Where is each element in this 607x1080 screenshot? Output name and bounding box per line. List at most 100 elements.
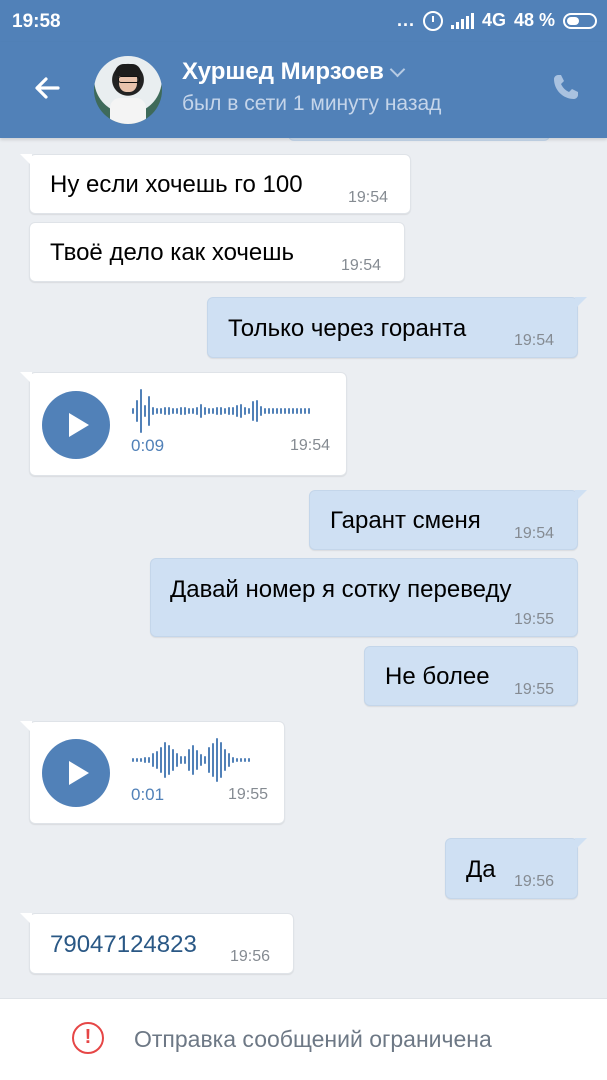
waveform-bar: [172, 408, 174, 414]
status-time: 19:58: [12, 11, 61, 32]
status-icons: ... 4G 48 %: [397, 10, 597, 31]
phone-icon[interactable]: [551, 72, 581, 102]
waveform-bar: [244, 407, 246, 415]
waveform-bar: [200, 404, 202, 418]
message-incoming[interactable]: 79047124823 19:56: [20, 913, 294, 974]
previous-message-edge: [288, 138, 550, 141]
waveform-bar: [180, 756, 182, 764]
message-text: Ну если хочешь го 100: [50, 171, 303, 198]
status-bar: 19:58 ... 4G 48 %: [0, 0, 607, 42]
waveform-bar: [160, 747, 162, 773]
waveform-bar: [152, 407, 154, 415]
chat-header: Хуршед Мирзоев был в сети 1 минуту назад: [0, 42, 607, 138]
chevron-down-icon: [389, 61, 406, 77]
message-outgoing[interactable]: Только через горанта 19:54: [207, 297, 587, 358]
waveform-bar: [136, 400, 138, 422]
message-text: Давай номер я сотку переведу: [170, 576, 512, 603]
back-arrow-icon[interactable]: [28, 68, 68, 108]
more-notifications-icon: ...: [396, 10, 415, 30]
waveform-bar: [196, 750, 198, 770]
message-incoming[interactable]: Твоё дело как хочешь 19:54: [29, 222, 405, 282]
waveform-bar: [160, 408, 162, 414]
message-outgoing[interactable]: Не более 19:55: [364, 646, 578, 706]
voice-waveform[interactable]: [132, 387, 310, 435]
battery-level: [567, 16, 580, 25]
message-outgoing[interactable]: Гарант сменя 19:54: [309, 490, 587, 550]
waveform-bar: [248, 408, 250, 414]
waveform-bar: [292, 408, 294, 414]
avatar[interactable]: [94, 56, 162, 124]
waveform-bar: [156, 408, 158, 414]
warning-icon: !: [72, 1022, 104, 1054]
waveform-bar: [216, 407, 218, 415]
waveform-bar: [212, 743, 214, 777]
message-incoming[interactable]: Ну если хочешь го 100 19:54: [20, 154, 411, 214]
waveform-bar: [228, 407, 230, 415]
message-time: 19:56: [514, 873, 555, 890]
waveform-bar: [280, 408, 282, 414]
waveform-bar: [252, 401, 254, 421]
waveform-bar: [140, 758, 142, 762]
message-text: Не более: [385, 663, 490, 690]
message-time: 19:54: [348, 189, 389, 206]
waveform-bar: [240, 758, 242, 762]
waveform-bar: [176, 753, 178, 767]
message-text: Гарант сменя: [330, 507, 481, 534]
waveform-bar: [136, 758, 138, 762]
waveform-bar: [132, 758, 134, 762]
waveform-bar: [144, 405, 146, 417]
waveform-bar: [228, 753, 230, 767]
waveform-bar: [232, 757, 234, 763]
message-text: Только через горанта: [228, 315, 467, 342]
waveform-bar: [268, 408, 270, 414]
message-outgoing[interactable]: Да 19:56: [445, 838, 587, 899]
waveform-bar: [132, 408, 134, 414]
waveform-bar: [148, 396, 150, 426]
waveform-bar: [192, 408, 194, 414]
message-time: 19:56: [230, 948, 271, 965]
waveform-bar: [240, 404, 242, 418]
waveform-bar: [152, 753, 154, 767]
waveform-bar: [212, 408, 214, 414]
waveform-bar: [164, 742, 166, 778]
voice-duration: 0:09: [131, 436, 165, 455]
waveform-bar: [304, 408, 306, 414]
waveform-bar: [216, 738, 218, 782]
waveform-bar: [168, 745, 170, 775]
waveform-bar: [200, 754, 202, 766]
contact-name[interactable]: Хуршед Мирзоев: [182, 58, 406, 86]
message-outgoing[interactable]: Давай номер я сотку переведу 19:55: [150, 558, 578, 637]
waveform-bar: [236, 405, 238, 417]
waveform-bar: [224, 749, 226, 771]
message-time: 19:55: [228, 786, 269, 803]
battery-percent: 48 %: [513, 10, 555, 30]
message-time: 19:54: [341, 257, 382, 274]
waveform-bar: [308, 408, 310, 414]
waveform-bar: [180, 407, 182, 415]
waveform-bar: [204, 407, 206, 415]
waveform-bar: [156, 751, 158, 769]
waveform-bar: [288, 408, 290, 414]
phone-number-link[interactable]: 79047124823: [50, 931, 197, 959]
message-list[interactable]: Ну если хочешь го 100 19:54 Твоё дело ка…: [0, 138, 607, 998]
bottom-bar: ! Отправка сообщений ограничена: [0, 998, 607, 1080]
waveform-bar: [208, 747, 210, 773]
waveform-bar: [284, 408, 286, 414]
waveform-bar: [176, 408, 178, 414]
signal-icon: [450, 12, 474, 29]
waveform-bar: [148, 757, 150, 763]
voice-message-incoming[interactable]: 0:09 19:54: [20, 372, 347, 476]
play-button[interactable]: [42, 739, 110, 807]
waveform-bar: [296, 408, 298, 414]
waveform-bar: [232, 407, 234, 415]
voice-message-incoming[interactable]: 0:01 19:55: [20, 721, 285, 824]
message-time: 19:55: [514, 611, 555, 628]
message-text: Да: [466, 856, 496, 883]
play-button[interactable]: [42, 391, 110, 459]
message-time: 19:55: [514, 681, 555, 698]
waveform-bar: [256, 400, 258, 422]
voice-waveform[interactable]: [132, 736, 250, 784]
waveform-bar: [140, 389, 142, 433]
last-seen-status: был в сети 1 минуту назад: [182, 92, 442, 115]
waveform-bar: [184, 756, 186, 764]
